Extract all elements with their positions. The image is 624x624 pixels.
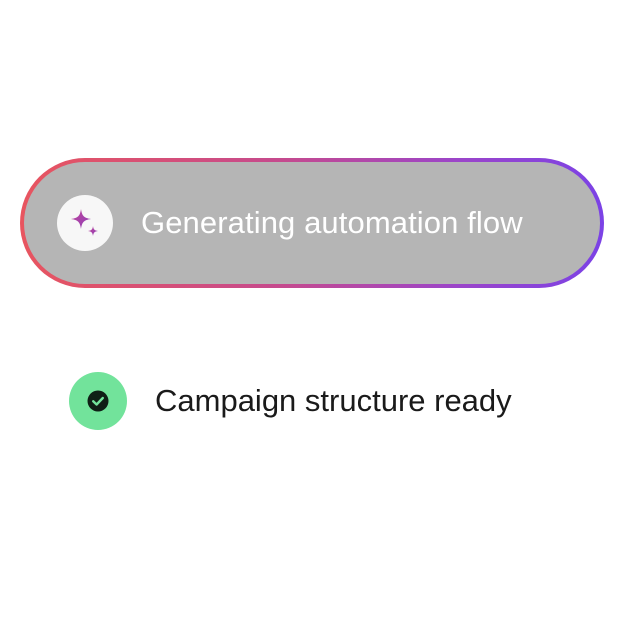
sparkle-icon-badge bbox=[57, 195, 113, 251]
generating-status-label: Generating automation flow bbox=[141, 205, 523, 240]
generating-status-pill-inner: Generating automation flow bbox=[24, 162, 600, 284]
check-icon bbox=[87, 390, 109, 412]
generating-status-pill: Generating automation flow bbox=[20, 158, 604, 288]
check-circle-icon bbox=[69, 372, 127, 430]
sparkle-icon bbox=[71, 209, 98, 236]
campaign-ready-label: Campaign structure ready bbox=[155, 383, 512, 418]
